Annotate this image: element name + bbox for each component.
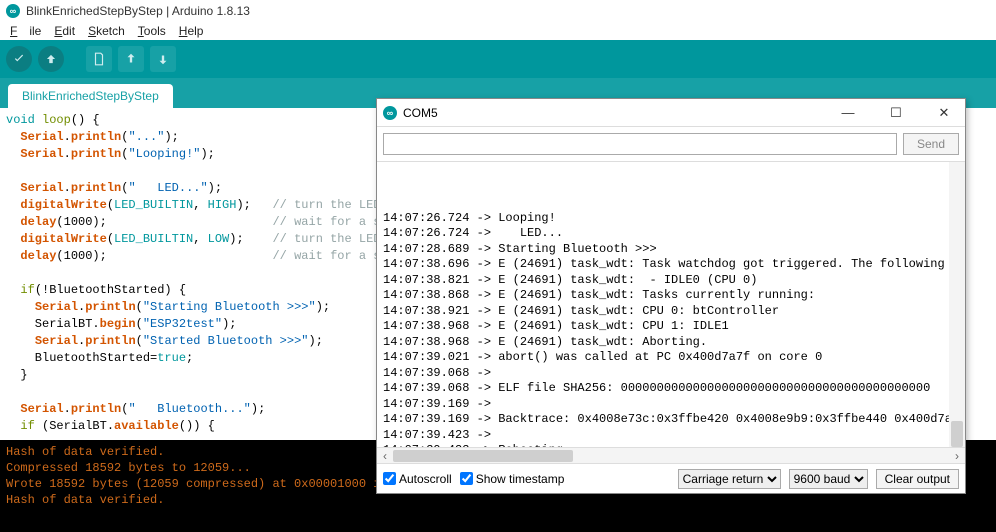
menubar: File Edit Sketch Tools Help — [0, 22, 996, 40]
menu-tools[interactable]: Tools — [132, 23, 172, 39]
upload-button[interactable] — [38, 46, 64, 72]
serial-scrollbar-h[interactable]: ‹ › — [377, 447, 965, 463]
timestamp-checkbox[interactable]: Show timestamp — [460, 472, 565, 486]
menu-help[interactable]: Help — [173, 23, 210, 39]
tab-main[interactable]: BlinkEnrichedStepByStep — [8, 84, 173, 108]
scroll-right-icon[interactable]: › — [949, 448, 965, 464]
new-button[interactable] — [86, 46, 112, 72]
serial-input[interactable] — [383, 133, 897, 155]
send-button[interactable]: Send — [903, 133, 959, 155]
serial-title: COM5 — [403, 106, 438, 120]
serial-output[interactable]: 14:07:26.724 -> Looping!14:07:26.724 -> … — [377, 162, 965, 447]
serial-monitor-window: ∞ COM5 — ☐ ✕ Send 14:07:26.724 -> Loopin… — [376, 98, 966, 494]
serial-send-row: Send — [377, 127, 965, 162]
menu-sketch[interactable]: Sketch — [82, 23, 131, 39]
toolbar — [0, 40, 996, 78]
menu-edit[interactable]: Edit — [48, 23, 81, 39]
autoscroll-checkbox[interactable]: Autoscroll — [383, 472, 452, 486]
arduino-icon: ∞ — [383, 106, 397, 120]
minimize-button[interactable]: — — [833, 105, 863, 121]
scroll-left-icon[interactable]: ‹ — [377, 448, 393, 464]
serial-scrollbar-v[interactable] — [949, 162, 965, 447]
window-title: BlinkEnrichedStepByStep | Arduino 1.8.13 — [26, 4, 250, 18]
close-button[interactable]: ✕ — [929, 105, 959, 121]
line-ending-select[interactable]: Carriage return — [678, 469, 781, 489]
menu-file[interactable]: File — [4, 23, 47, 39]
titlebar: ∞ BlinkEnrichedStepByStep | Arduino 1.8.… — [0, 0, 996, 22]
serial-titlebar[interactable]: ∞ COM5 — ☐ ✕ — [377, 99, 965, 127]
verify-button[interactable] — [6, 46, 32, 72]
arduino-icon: ∞ — [6, 4, 20, 18]
serial-footer: Autoscroll Show timestamp Carriage retur… — [377, 463, 965, 493]
clear-output-button[interactable]: Clear output — [876, 469, 959, 489]
open-button[interactable] — [118, 46, 144, 72]
save-button[interactable] — [150, 46, 176, 72]
maximize-button[interactable]: ☐ — [881, 105, 911, 121]
baud-select[interactable]: 9600 baud — [789, 469, 868, 489]
